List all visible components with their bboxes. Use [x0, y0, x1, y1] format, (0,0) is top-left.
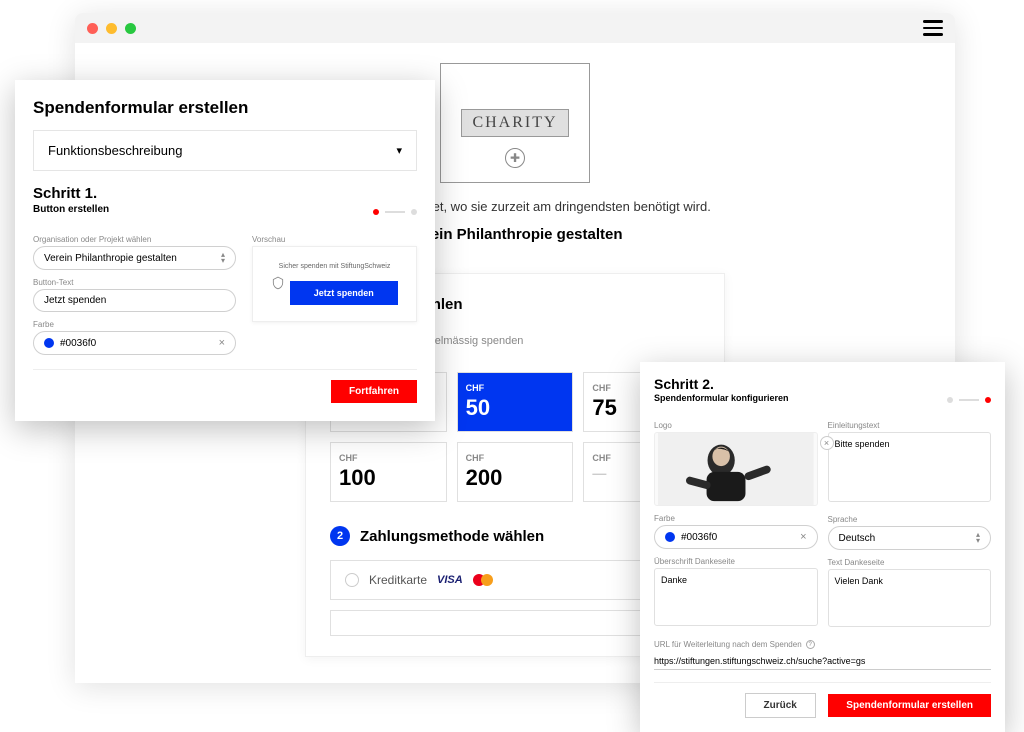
progress-dot-2 — [985, 397, 991, 403]
remove-logo-icon[interactable]: × — [820, 436, 834, 450]
progress-dot-2 — [411, 209, 417, 215]
org-field-label: Organisation oder Projekt wählen — [33, 235, 236, 244]
amount-200[interactable]: CHF 200 — [457, 442, 574, 502]
logo-text: CHARITY — [461, 109, 568, 137]
step-2-badge: 2 — [330, 526, 350, 546]
step2-label: Schritt 2. — [654, 376, 789, 392]
org-select-value: Verein Philanthropie gestalten — [44, 253, 177, 264]
color-label: Farbe — [33, 320, 236, 329]
uploaded-logo-image — [655, 433, 817, 505]
intro-label: Einleitungstext — [828, 421, 992, 430]
logo-upload[interactable] — [654, 432, 818, 506]
step1-subtitle: Button erstellen — [33, 204, 109, 215]
amount-100[interactable]: CHF 100 — [330, 442, 447, 502]
modal1-title: Spendenformular erstellen — [33, 98, 417, 118]
thanks-head-input[interactable] — [654, 568, 818, 626]
lang-value: Deutsch — [839, 533, 876, 544]
description-accordion[interactable]: Funktionsbeschreibung ▾ — [33, 130, 417, 171]
clear-icon[interactable]: × — [219, 337, 225, 349]
thanks-text-input[interactable] — [828, 569, 992, 627]
modal1-footer: Fortfahren — [33, 369, 417, 403]
amount-50[interactable]: CHF 50 — [457, 372, 574, 432]
back-button[interactable]: Zurück — [745, 693, 816, 718]
progress-dot-1 — [947, 397, 953, 403]
menu-icon[interactable] — [923, 20, 943, 36]
step-progress-2 — [947, 397, 991, 403]
updown-icon: ▴▾ — [221, 252, 225, 264]
shield-icon — [271, 276, 285, 290]
preview-label: Vorschau — [252, 235, 417, 244]
step2-subtitle: Spendenformular konfigurieren — [654, 393, 789, 403]
create-form-button[interactable]: Spendenformular erstellen — [828, 694, 991, 717]
step-progress — [373, 209, 417, 215]
maximize-window-icon[interactable] — [125, 23, 136, 34]
step1-label: Schritt 1. — [33, 185, 109, 202]
color-swatch — [665, 532, 675, 542]
close-window-icon[interactable] — [87, 23, 98, 34]
color-input[interactable]: #0036f0 × — [33, 331, 236, 355]
plus-icon: ✚ — [505, 148, 525, 168]
chevron-down-icon: ▾ — [396, 144, 402, 157]
intro-text-input[interactable] — [828, 432, 992, 502]
org-select[interactable]: Verein Philanthropie gestalten ▴▾ — [33, 246, 236, 270]
lang-select[interactable]: Deutsch ▴▾ — [828, 526, 992, 550]
color-label-2: Farbe — [654, 514, 818, 523]
radio-icon — [345, 573, 359, 587]
button-preview: Sicher spenden mit StiftungSchweiz Jetzt… — [252, 246, 417, 322]
url-label: URL für Weiterleitung nach dem Spenden ? — [654, 640, 991, 649]
window-controls — [87, 23, 136, 34]
thanks-head-label: Überschrift Dankeseite — [654, 557, 818, 566]
create-form-modal-step1: Spendenformular erstellen Funktionsbesch… — [15, 80, 435, 421]
redirect-url-input[interactable] — [654, 653, 991, 670]
preview-safe-text: Sicher spenden mit StiftungSchweiz — [263, 263, 406, 270]
step2-heading: Schritt 2. Spendenformular konfigurieren — [654, 376, 789, 403]
progress-dot-1 — [373, 209, 379, 215]
info-icon[interactable]: ? — [806, 640, 815, 649]
create-form-modal-step2: Schritt 2. Spendenformular konfigurieren… — [640, 362, 1005, 732]
visa-icon: VISA — [437, 574, 463, 586]
lang-label: Sprache — [828, 515, 992, 524]
step1-heading: Schritt 1. Button erstellen — [33, 185, 109, 215]
browser-titlebar — [75, 13, 955, 43]
updown-icon: ▴▾ — [976, 532, 980, 544]
color-swatch — [44, 338, 54, 348]
color-input-2[interactable]: #0036f0 × — [654, 525, 818, 549]
color-value-2: #0036f0 — [681, 532, 717, 543]
accordion-label: Funktionsbeschreibung — [48, 143, 182, 158]
credit-card-label: Kreditkarte — [369, 573, 427, 587]
charity-logo: CHARITY ✚ — [440, 63, 590, 183]
continue-button[interactable]: Fortfahren — [331, 380, 417, 403]
clear-icon[interactable]: × — [800, 531, 806, 543]
btn-text-label: Button-Text — [33, 278, 236, 287]
btn-text-value: Jetzt spenden — [44, 295, 106, 306]
step-2-title: Zahlungsmethode wählen — [360, 528, 544, 545]
btn-text-input[interactable]: Jetzt spenden — [33, 289, 236, 312]
preview-donate-button[interactable]: Jetzt spenden — [290, 281, 398, 305]
thanks-text-label: Text Dankeseite — [828, 558, 992, 567]
color-value: #0036f0 — [60, 338, 96, 349]
minimize-window-icon[interactable] — [106, 23, 117, 34]
mastercard-icon — [473, 574, 493, 586]
modal2-footer: Zurück Spendenformular erstellen — [654, 682, 991, 718]
logo-label: Logo — [654, 421, 818, 430]
